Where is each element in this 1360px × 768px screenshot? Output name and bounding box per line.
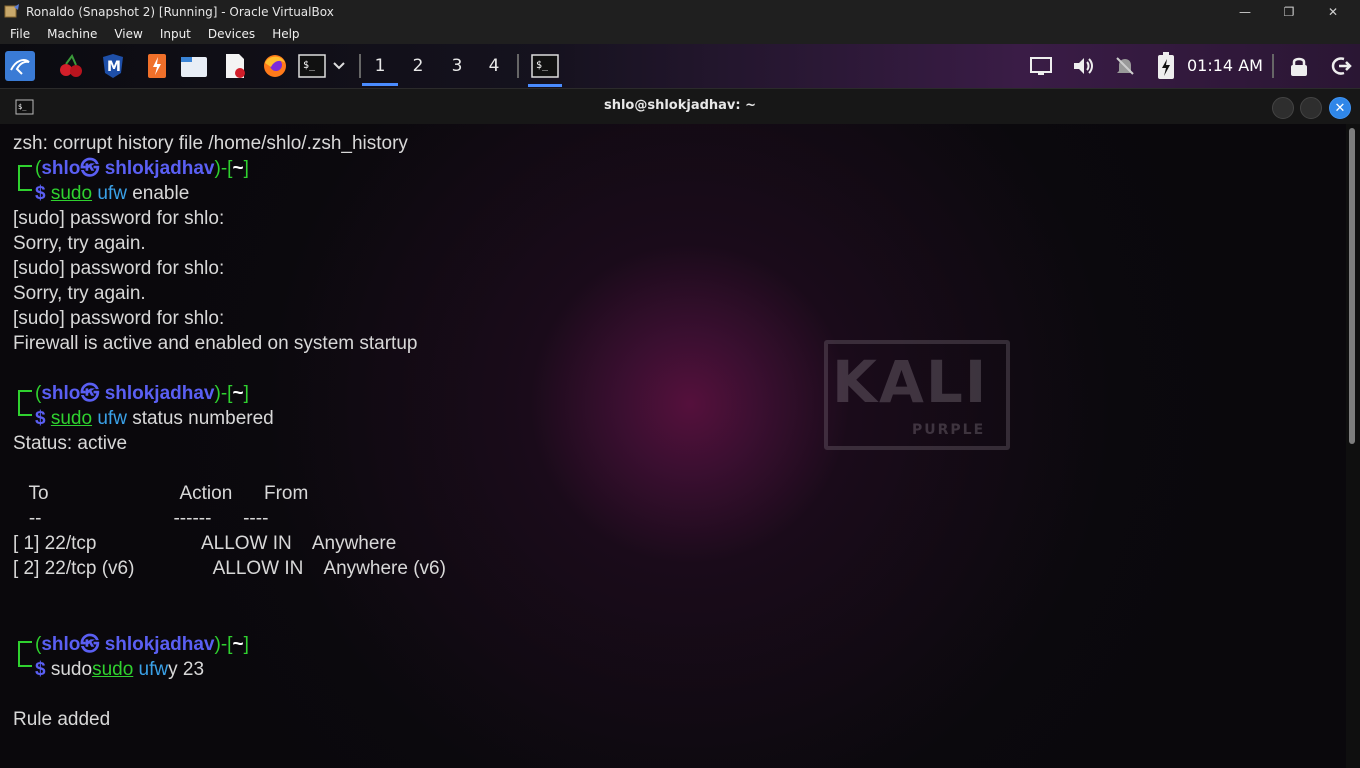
- host-menu-bar: File Machine View Input Devices Help: [0, 23, 1360, 44]
- prompt-corner: [18, 390, 32, 404]
- firefox-icon[interactable]: [260, 51, 290, 81]
- terminal-maximize-button[interactable]: [1300, 97, 1322, 119]
- prompt-line: (shlo㉿ shlokjadhav)-[~]: [35, 383, 249, 404]
- menu-machine[interactable]: Machine: [37, 27, 104, 41]
- table-header: To Action From: [13, 483, 309, 504]
- workspace-3[interactable]: 3: [439, 52, 475, 80]
- prompt-line: (shlo㉿ shlokjadhav)-[~]: [35, 158, 249, 179]
- terminal-title: shlo@shlokjadhav: ~: [603, 98, 757, 113]
- notifications-muted-icon[interactable]: [1110, 51, 1140, 81]
- table-row: [ 2] 22/tcp (v6) ALLOW IN Anywhere (v6): [13, 558, 446, 579]
- terminal-output[interactable]: KALI PURPLE zsh: corrupt history file /h…: [0, 124, 1346, 768]
- panel-separator: [1272, 54, 1274, 78]
- kali-panel: M $_ 1 2 3 4 $_ 01:14 AM: [0, 44, 1360, 88]
- command-line: $ sudo ufw status numbered: [35, 408, 274, 429]
- command-line: $ sudosudo ufwy 23: [35, 659, 205, 680]
- menu-devices[interactable]: Devices: [198, 27, 262, 41]
- terminal-minimize-button[interactable]: [1272, 97, 1294, 119]
- file-manager-icon[interactable]: [179, 51, 209, 81]
- scrollbar-thumb[interactable]: [1349, 128, 1355, 444]
- svg-text:$_: $_: [536, 60, 549, 71]
- virtualbox-icon: [4, 3, 20, 20]
- output-line: zsh: corrupt history file /home/shlo/.zs…: [13, 133, 408, 154]
- window-title: Ronaldo (Snapshot 2) [Running] - Oracle …: [26, 4, 334, 19]
- terminal-titlebar: $_ shlo@shlokjadhav: ~ ✕: [0, 88, 1360, 124]
- panel-separator: [517, 54, 519, 78]
- kali-watermark-sub: PURPLE: [912, 422, 986, 438]
- prompt-corner: [18, 655, 32, 667]
- logout-icon[interactable]: [1326, 51, 1356, 81]
- minimize-button[interactable]: —: [1222, 0, 1268, 23]
- terminal-close-button[interactable]: ✕: [1329, 97, 1351, 119]
- panel-separator: [359, 54, 361, 78]
- output-line: Rule added: [13, 709, 111, 730]
- prompt-corner: [18, 404, 32, 416]
- clock[interactable]: 01:14 AM: [1187, 56, 1263, 75]
- close-window-button[interactable]: ✕: [1310, 0, 1356, 23]
- chevron-down-icon[interactable]: [330, 51, 348, 81]
- output-line: Status: active: [13, 433, 128, 454]
- menu-view[interactable]: View: [104, 27, 149, 41]
- workspace-4[interactable]: 4: [476, 52, 512, 80]
- output-line: Sorry, try again.: [13, 283, 146, 304]
- volume-icon[interactable]: [1068, 51, 1098, 81]
- kali-menu-icon[interactable]: [5, 51, 35, 81]
- maltego-icon[interactable]: M: [98, 51, 128, 81]
- text-editor-icon[interactable]: [220, 51, 250, 81]
- prompt-corner: [18, 641, 32, 655]
- host-title-bar: Ronaldo (Snapshot 2) [Running] - Oracle …: [0, 0, 1360, 23]
- workspace-1[interactable]: 1: [362, 52, 398, 86]
- output-line: [sudo] password for shlo:: [13, 308, 225, 329]
- command-line: $ sudo ufw enable: [35, 183, 190, 204]
- display-icon[interactable]: [1026, 51, 1056, 81]
- battery-charging-icon[interactable]: [1151, 51, 1181, 81]
- workspace-2[interactable]: 2: [400, 52, 436, 80]
- svg-text:$_: $_: [303, 60, 316, 71]
- maximize-button[interactable]: ❐: [1266, 0, 1312, 23]
- cherrytree-icon[interactable]: [56, 51, 86, 81]
- terminal-launcher-icon[interactable]: $_: [297, 51, 327, 81]
- prompt-corner: [18, 165, 32, 179]
- menu-input[interactable]: Input: [150, 27, 198, 41]
- terminal-window: $_ shlo@shlokjadhav: ~ ✕ KALI PURPLE zsh…: [0, 88, 1360, 768]
- svg-text:M: M: [107, 59, 121, 75]
- menu-file[interactable]: File: [0, 27, 37, 41]
- lock-icon[interactable]: [1284, 51, 1314, 81]
- output-line: [sudo] password for shlo:: [13, 208, 225, 229]
- output-line: [sudo] password for shlo:: [13, 258, 225, 279]
- kali-watermark-word: KALI: [832, 348, 989, 416]
- prompt-corner: [18, 179, 32, 191]
- terminal-scrollbar[interactable]: [1346, 124, 1360, 768]
- terminal-task-button[interactable]: $_: [528, 51, 562, 87]
- table-header-rule: -- ------ ----: [13, 508, 269, 529]
- menu-help[interactable]: Help: [262, 27, 306, 41]
- prompt-line: (shlo㉿ shlokjadhav)-[~]: [35, 634, 249, 655]
- output-line: Sorry, try again.: [13, 233, 146, 254]
- burpsuite-icon[interactable]: [142, 51, 172, 81]
- table-row: [ 1] 22/tcp ALLOW IN Anywhere: [13, 533, 397, 554]
- output-line: Firewall is active and enabled on system…: [13, 333, 418, 354]
